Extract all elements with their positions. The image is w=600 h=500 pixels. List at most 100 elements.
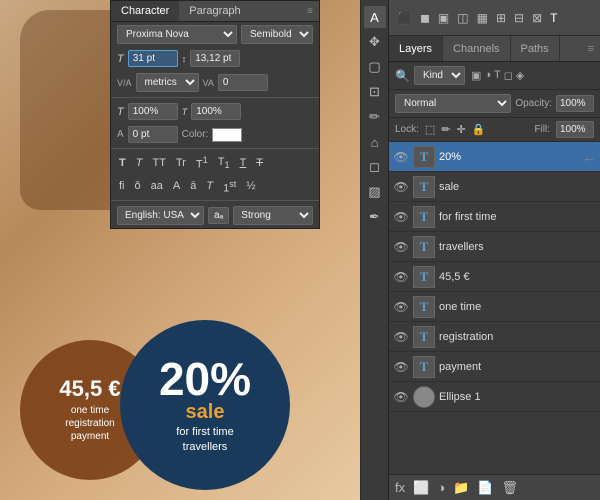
- kerning-select[interactable]: metrics: [136, 73, 199, 92]
- kerning-label: VA: [203, 78, 214, 88]
- filter-shape-icon[interactable]: ◻: [504, 69, 513, 82]
- ord-btn[interactable]: ǒ: [133, 179, 143, 193]
- tb-icon-8[interactable]: ⊠: [530, 9, 544, 27]
- visibility-icon[interactable]: 👁: [393, 299, 409, 315]
- tab-channels[interactable]: Channels: [443, 36, 510, 61]
- tb-icon-7[interactable]: ⊟: [512, 9, 526, 27]
- liga-btn[interactable]: fi: [117, 179, 127, 193]
- select-tool-btn[interactable]: ▢: [364, 56, 386, 78]
- frac2-btn[interactable]: ½: [244, 179, 257, 193]
- visibility-icon[interactable]: 👁: [393, 329, 409, 345]
- group-layers-btn[interactable]: 📁: [453, 480, 469, 496]
- underline-btn[interactable]: T: [238, 156, 249, 170]
- kerning-input[interactable]: [218, 74, 268, 91]
- type-tool-btn[interactable]: A: [364, 6, 386, 28]
- layer-mask-btn[interactable]: ⬜: [413, 480, 429, 496]
- tracking-row: V/A metrics VA: [111, 70, 319, 95]
- new-layer-btn[interactable]: 📄: [477, 480, 493, 496]
- tab-layers[interactable]: Layers: [389, 36, 443, 61]
- leading-input[interactable]: [190, 50, 240, 67]
- visibility-icon[interactable]: 👁: [393, 389, 409, 405]
- all-caps-btn[interactable]: TT: [150, 156, 167, 170]
- opacity-input[interactable]: [556, 95, 594, 112]
- clone-tool-btn[interactable]: ⌂: [364, 131, 386, 153]
- blue-circle-sale: sale: [186, 402, 225, 422]
- character-panel: Character Paragraph ≡ Proxima Nova Semib…: [110, 0, 320, 229]
- subscript-btn[interactable]: T1: [216, 155, 232, 171]
- italic-btn[interactable]: T: [134, 156, 145, 170]
- layer-style-btn[interactable]: fx: [395, 480, 405, 495]
- font-family-select[interactable]: Proxima Nova: [117, 25, 237, 44]
- move-tool-btn[interactable]: ✥: [364, 31, 386, 53]
- lock-position-icon[interactable]: ✛: [457, 123, 466, 136]
- filter-text-icon[interactable]: T: [494, 69, 501, 82]
- visibility-icon[interactable]: 👁: [393, 179, 409, 195]
- layers-panel-collapse[interactable]: ≡: [582, 43, 600, 55]
- aa-mode-btn[interactable]: aₐ: [208, 207, 229, 224]
- font-size-input[interactable]: [128, 50, 178, 67]
- adjustment-layer-btn[interactable]: ◑: [437, 480, 445, 495]
- frac-btn[interactable]: aa: [149, 179, 165, 193]
- overline-btn[interactable]: ā: [188, 179, 198, 193]
- tab-paths[interactable]: Paths: [511, 36, 560, 61]
- layer-item[interactable]: 👁 T sale: [389, 172, 600, 202]
- layer-item[interactable]: 👁 T registration: [389, 322, 600, 352]
- tb-icon-5[interactable]: ▦: [475, 9, 490, 27]
- anti-alias-select[interactable]: Strong: [233, 206, 313, 225]
- visibility-icon[interactable]: 👁: [393, 359, 409, 375]
- layer-item[interactable]: 👁 T travellers: [389, 232, 600, 262]
- tb-icon-6[interactable]: ⊞: [494, 9, 508, 27]
- bold-btn[interactable]: T: [117, 156, 128, 170]
- visibility-icon[interactable]: 👁: [393, 239, 409, 255]
- superscript-btn[interactable]: T1: [194, 154, 210, 172]
- filter-pixel-icon[interactable]: ▣: [471, 69, 481, 82]
- tab-character[interactable]: Character: [111, 1, 179, 21]
- format-buttons-row: T T TT Tr T1 T1 T T: [111, 151, 319, 175]
- color-swatch[interactable]: [212, 128, 242, 142]
- lock-image-icon[interactable]: ✏: [441, 123, 450, 136]
- layer-item[interactable]: 👁 T one time: [389, 292, 600, 322]
- layer-name: one time: [439, 301, 596, 313]
- fill-input[interactable]: [556, 121, 594, 138]
- sup-btn[interactable]: 1st: [221, 178, 238, 196]
- layer-item-ellipse[interactable]: 👁 Ellipse 1: [389, 382, 600, 412]
- filter-adj-icon[interactable]: ◑: [484, 69, 491, 82]
- tb-icon-9[interactable]: T: [548, 9, 559, 27]
- liga2-btn[interactable]: A: [171, 179, 182, 193]
- visibility-icon[interactable]: 👁: [393, 149, 409, 165]
- small-caps-btn[interactable]: Tr: [174, 156, 188, 170]
- layer-item[interactable]: 👁 T payment: [389, 352, 600, 382]
- filter-smart-icon[interactable]: ◈: [516, 69, 524, 82]
- tb-icon-2[interactable]: ◼: [418, 9, 432, 27]
- visibility-icon[interactable]: 👁: [393, 269, 409, 285]
- divider1: [111, 97, 319, 98]
- visibility-icon[interactable]: 👁: [393, 209, 409, 225]
- leading-icon: ↕: [182, 54, 187, 64]
- eraser-tool-btn[interactable]: ◻: [364, 156, 386, 178]
- baseline-input[interactable]: [128, 126, 178, 143]
- strikethrough-btn[interactable]: T: [254, 156, 265, 170]
- tb-icon-4[interactable]: ◫: [455, 9, 470, 27]
- delete-layer-btn[interactable]: 🗑: [502, 480, 519, 496]
- tb-icon-1[interactable]: ⬛: [395, 9, 414, 27]
- gradient-tool-btn[interactable]: ▨: [364, 181, 386, 203]
- layer-item[interactable]: 👁 T 45,5 €: [389, 262, 600, 292]
- blend-mode-select[interactable]: Normal: [395, 94, 511, 113]
- layer-item[interactable]: 👁 T for first time: [389, 202, 600, 232]
- roman-btn[interactable]: T: [204, 179, 215, 193]
- horizontal-scale-input[interactable]: [191, 103, 241, 120]
- layer-item[interactable]: 👁 T 20% ←: [389, 142, 600, 172]
- tool-strip: A ✥ ▢ ⊡ ✏ ⌂ ◻ ▨ ✒: [360, 0, 388, 500]
- lock-transparent-icon[interactable]: ⬚: [425, 123, 435, 136]
- lock-all-icon[interactable]: 🔒: [472, 123, 486, 136]
- font-weight-select[interactable]: Semibold: [241, 25, 313, 44]
- tab-paragraph[interactable]: Paragraph: [179, 1, 250, 21]
- kind-select[interactable]: Kind: [414, 66, 465, 85]
- brush-tool-btn[interactable]: ✏: [364, 106, 386, 128]
- language-select[interactable]: English: USA: [117, 206, 204, 225]
- vertical-scale-input[interactable]: [128, 103, 178, 120]
- crop-tool-btn[interactable]: ⊡: [364, 81, 386, 103]
- tb-icon-3[interactable]: ▣: [436, 9, 451, 27]
- layer-thumbnail: T: [413, 236, 435, 258]
- pen-tool-btn[interactable]: ✒: [364, 206, 386, 228]
